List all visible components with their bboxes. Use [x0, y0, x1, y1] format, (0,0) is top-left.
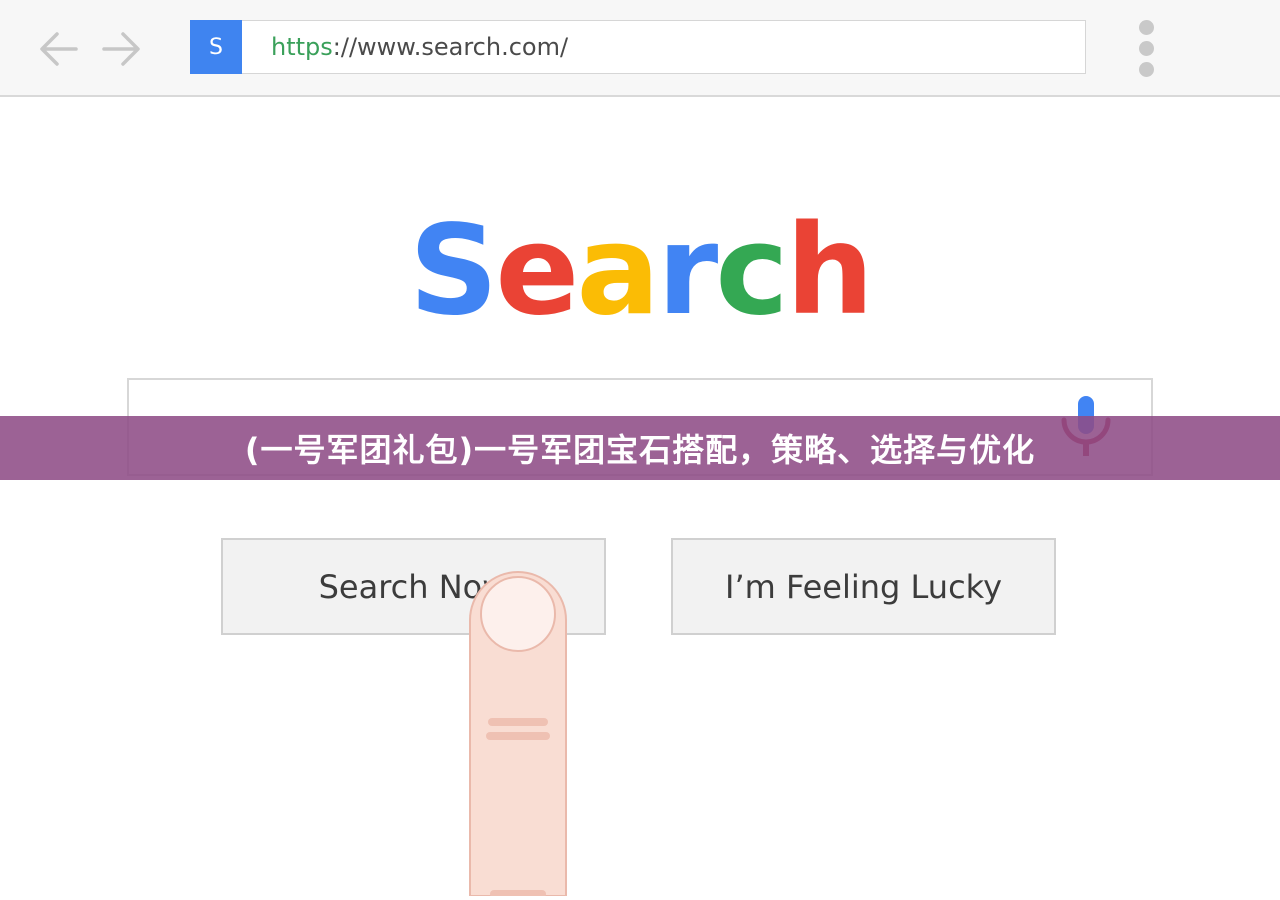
logo-letter: r	[657, 199, 718, 343]
favicon-letter: S	[209, 34, 223, 60]
url-text[interactable]: https://www.search.com/	[271, 33, 568, 61]
url-path: ://www.search.com/	[332, 33, 569, 61]
title-banner: (一号军团礼包)一号军团宝石搭配，策略、选择与优化	[0, 416, 1280, 480]
banner-title: (一号军团礼包)一号军团宝石搭配，策略、选择与优化	[244, 431, 1036, 469]
forward-arrow-icon[interactable]	[100, 28, 142, 70]
search-logo: Search	[0, 206, 1280, 336]
feeling-lucky-button[interactable]: I’m Feeling Lucky	[671, 538, 1056, 635]
browser-toolbar: S https://www.search.com/	[0, 0, 1280, 97]
logo-letter: c	[715, 199, 788, 343]
site-favicon-icon: S	[190, 20, 242, 74]
finger-pointer-illustration	[468, 570, 568, 898]
kebab-menu-icon[interactable]	[1132, 20, 1162, 78]
address-bar[interactable]: S https://www.search.com/	[190, 20, 1086, 74]
logo-letter: S	[408, 199, 498, 343]
url-scheme: https	[271, 33, 333, 61]
logo-letter: e	[495, 199, 579, 343]
logo-letter: a	[576, 199, 660, 343]
back-arrow-icon[interactable]	[38, 28, 80, 70]
logo-letter: h	[785, 199, 874, 343]
